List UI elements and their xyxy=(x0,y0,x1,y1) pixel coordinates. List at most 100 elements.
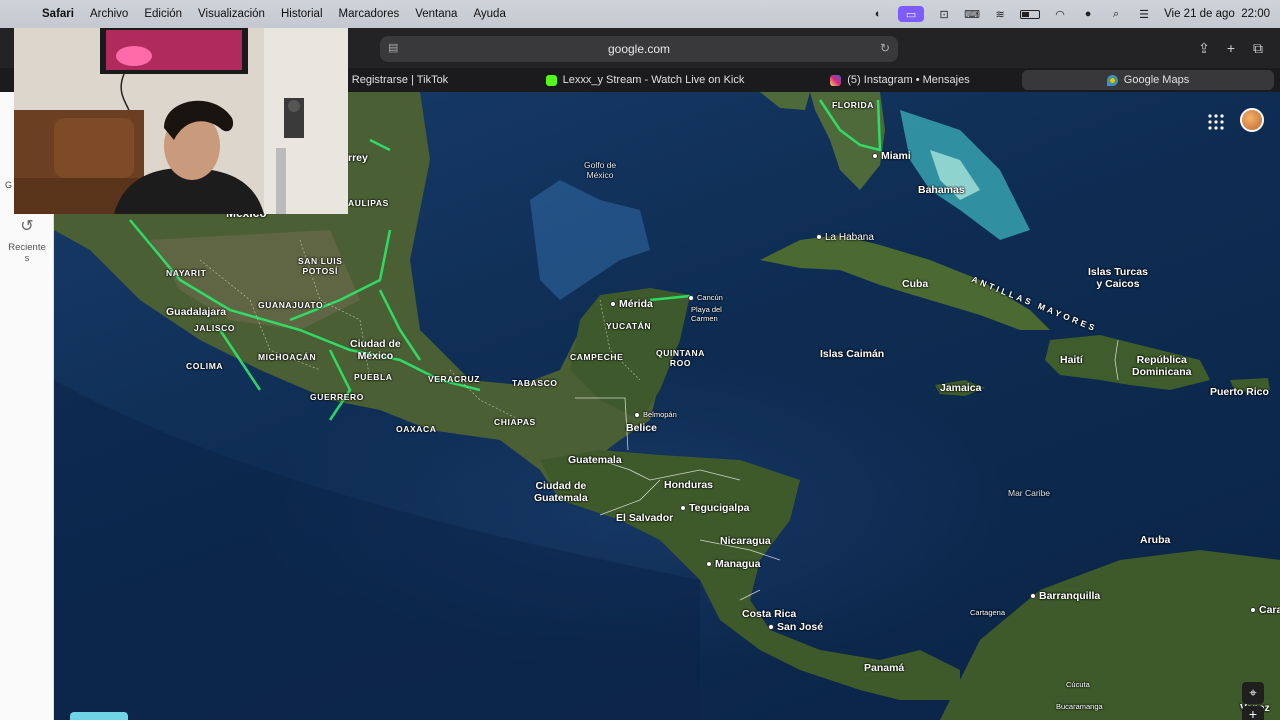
page-menu-icon[interactable]: ▤ xyxy=(388,41,400,55)
label-oaxaca: OAXACA xyxy=(396,424,437,434)
label-honduras: Honduras xyxy=(664,479,714,491)
label-cuba: Cuba xyxy=(902,278,929,290)
label-turcas-caicos: Islas Turcas y Caicos xyxy=(1088,266,1148,290)
label-tegucigalpa: Tegucigalpa xyxy=(680,502,749,514)
status-circle-icon[interactable]: ◐ xyxy=(870,8,886,20)
label-mar-caribe: Mar Caribe xyxy=(1008,488,1051,498)
menu-visualizacion[interactable]: Visualización xyxy=(198,8,265,20)
label-cancun: Cancún xyxy=(688,293,723,302)
label-san-luis-potosi: SAN LUIS POTOSÍ xyxy=(298,256,343,276)
instagram-icon xyxy=(830,74,842,86)
clock[interactable]: Vie 21 de ago 22:00 xyxy=(1164,8,1270,20)
label-bahamas: Bahamas xyxy=(918,184,965,196)
tab-instagram[interactable]: (5) Instagram • Mensajes xyxy=(820,68,980,92)
tab-google-maps[interactable]: Google Maps xyxy=(1022,70,1274,90)
address-bar[interactable]: ▤ google.com ↻ xyxy=(380,36,898,62)
reload-icon[interactable]: ↻ xyxy=(880,41,890,55)
label-guatemala: Guatemala xyxy=(568,454,622,466)
control-center-icon[interactable]: ☰ xyxy=(1136,8,1152,21)
recents-label: Reciente s xyxy=(8,242,46,264)
label-islas-caiman: Islas Caimán xyxy=(820,348,885,360)
label-belmopan: Belmopán xyxy=(634,410,677,419)
label-merida: Mérida xyxy=(610,298,653,310)
label-ciudad-de-guatemala: Ciudad de Guatemala xyxy=(534,480,588,504)
label-cucuta: Cúcuta xyxy=(1066,680,1090,689)
screen-record-icon[interactable]: ▭ xyxy=(898,6,925,22)
tab-label: Lexxx_y Stream - Watch Live on Kick xyxy=(562,74,745,86)
label-veracruz: VERACRUZ xyxy=(428,374,481,384)
keyboard-icon[interactable]: ⌨ xyxy=(964,8,980,21)
tab-label: Registrarse | TikTok xyxy=(351,74,449,86)
tab-overview-icon[interactable]: ⧉ xyxy=(1250,40,1266,56)
display-icon[interactable]: ≋ xyxy=(992,8,1008,21)
label-colima: COLIMA xyxy=(186,361,224,371)
label-jalisco: JALISCO xyxy=(194,323,236,333)
label-nayarit: NAYARIT xyxy=(166,268,207,278)
label-el-salvador: El Salvador xyxy=(616,512,674,524)
label-guadalajara: Guadalajara xyxy=(166,306,227,318)
label-la-habana: La Habana xyxy=(816,232,874,243)
menu-marcadores[interactable]: Marcadores xyxy=(339,8,400,20)
zoom-in-button[interactable]: + xyxy=(1242,706,1264,720)
account-avatar[interactable] xyxy=(1240,108,1264,132)
label-campeche: CAMPECHE xyxy=(570,352,624,362)
layers-thumbnail[interactable] xyxy=(70,712,128,720)
label-tabasco: TABASCO xyxy=(512,378,558,388)
label-monterrey: rrey xyxy=(348,152,368,164)
label-florida: FLORIDA xyxy=(832,100,874,110)
menu-ayuda[interactable]: Ayuda xyxy=(473,8,505,20)
my-location-icon[interactable]: ⌖ xyxy=(1242,682,1264,704)
wifi-icon[interactable]: ◠ xyxy=(1052,8,1068,21)
label-cartagena: Cartagena xyxy=(970,608,1006,617)
battery-icon[interactable] xyxy=(1020,9,1041,19)
label-barranquilla: Barranquilla xyxy=(1030,590,1100,602)
menu-archivo[interactable]: Archivo xyxy=(90,8,128,20)
url-text: google.com xyxy=(607,42,671,56)
recents-button[interactable]: ↺ Reciente s xyxy=(0,216,54,264)
label-miami: Miami xyxy=(872,150,911,162)
label-tamaulipas: AULIPAS xyxy=(348,198,389,208)
label-republica-dominicana: República Dominicana xyxy=(1132,354,1192,378)
menu-ventana[interactable]: Ventana xyxy=(415,8,457,20)
webcam-overlay xyxy=(14,28,348,214)
label-playa-del-carmen: Playa del Carmen xyxy=(691,305,722,323)
menu-edicion[interactable]: Edición xyxy=(144,8,182,20)
google-maps-icon xyxy=(1106,74,1118,86)
google-apps-icon[interactable] xyxy=(1206,112,1226,132)
user-icon[interactable]: ● xyxy=(1080,8,1096,20)
label-quintana-roo: QUINTANA ROO xyxy=(656,348,706,368)
label-caracas: Cara xyxy=(1250,604,1280,616)
screenshot-icon[interactable]: ⊡ xyxy=(936,8,952,21)
label-san-jose: San José xyxy=(768,621,823,633)
history-icon: ↺ xyxy=(20,218,34,235)
label-puerto-rico: Puerto Rico xyxy=(1210,386,1269,398)
label-golfo-mexico: Golfo de México xyxy=(584,160,617,180)
label-nicaragua: Nicaragua xyxy=(720,535,771,547)
label-guanajuato: GUANAJUATO xyxy=(258,300,324,310)
kick-icon xyxy=(545,74,557,86)
tab-label: (5) Instagram • Mensajes xyxy=(847,74,970,86)
label-chiapas: CHIAPAS xyxy=(494,417,536,427)
menu-app-safari[interactable]: Safari xyxy=(42,8,74,20)
webcam-image xyxy=(14,28,348,214)
label-guerrero: GUERRERO xyxy=(310,392,364,402)
spotlight-search-icon[interactable]: ⌕ xyxy=(1108,8,1124,20)
label-jamaica: Jamaica xyxy=(940,382,982,394)
label-costa-rica: Costa Rica xyxy=(742,608,797,620)
new-tab-icon[interactable]: + xyxy=(1223,40,1239,56)
label-panama: Panamá xyxy=(864,662,905,674)
menu-bar: Safari Archivo Edición Visualización His… xyxy=(0,0,1280,28)
label-michoacan: MICHOACÁN xyxy=(258,352,317,362)
share-icon[interactable]: ⇪ xyxy=(1196,40,1212,56)
label-puebla: PUEBLA xyxy=(354,372,393,382)
tab-tiktok[interactable]: Registrarse | TikTok xyxy=(340,68,460,92)
label-bucaramanga: Bucaramanga xyxy=(1056,702,1103,711)
label-yucatan: YUCATÁN xyxy=(606,321,652,331)
label-haiti: Haití xyxy=(1060,354,1083,366)
label-managua: Managua xyxy=(706,558,761,570)
label-belice: Belice xyxy=(626,422,657,434)
sidebar-text: G xyxy=(5,180,13,190)
tab-kick[interactable]: Lexxx_y Stream - Watch Live on Kick xyxy=(540,68,750,92)
menu-historial[interactable]: Historial xyxy=(281,8,323,20)
label-ciudad-de-mexico: Ciudad de México xyxy=(350,338,401,362)
